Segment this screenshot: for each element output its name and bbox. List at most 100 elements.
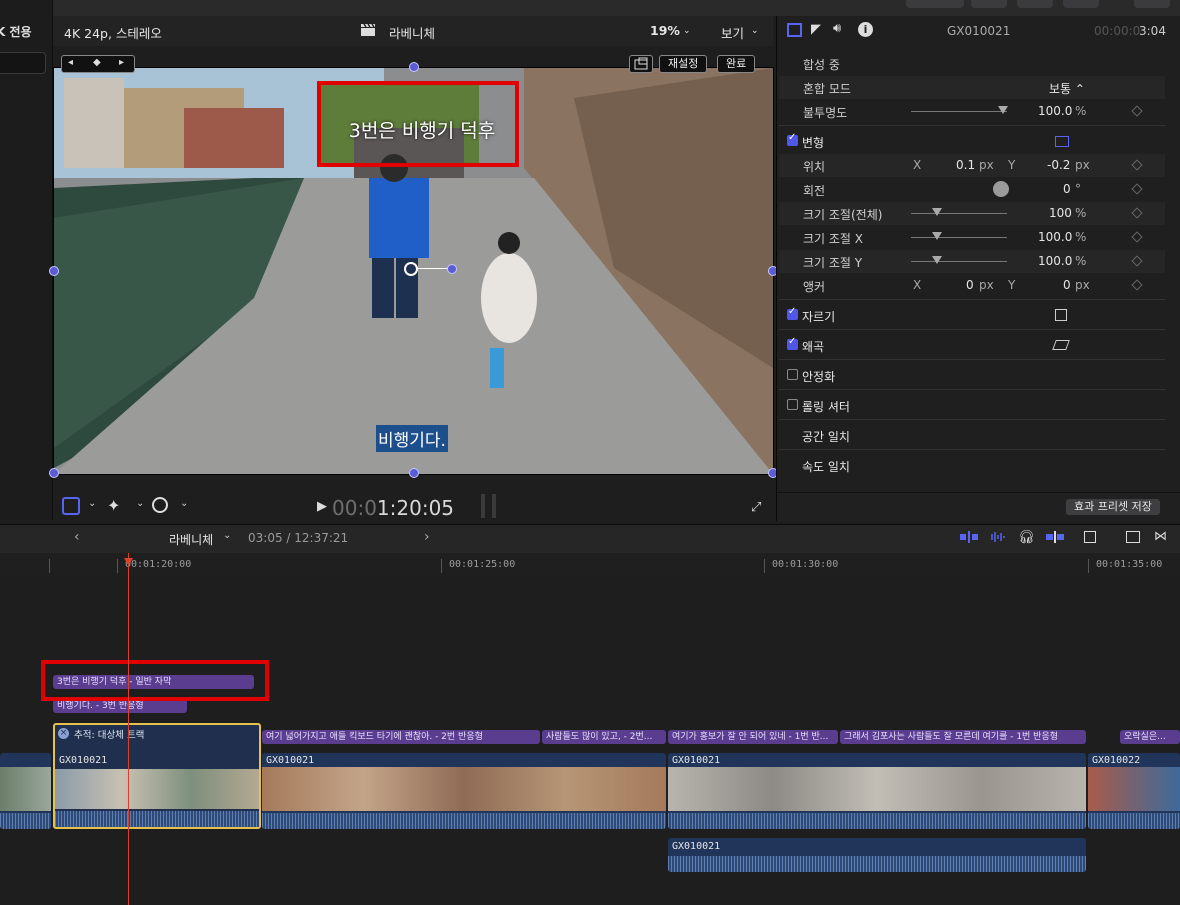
timeline-forward-icon[interactable]: › [424,529,430,545]
scale-all-slider-track[interactable] [911,213,1007,214]
transform-checkbox[interactable] [787,132,798,146]
timeline-project-name[interactable]: 라베니체 [169,531,213,548]
top-button-1[interactable] [906,0,964,8]
title-clip[interactable]: 여기가 홍보가 잘 안 되어 있네 - 1번 반... [668,730,838,744]
filmstrip-icon[interactable] [1084,531,1096,543]
stabilize-checkbox[interactable] [787,369,798,380]
snapping-icon[interactable] [1046,531,1064,543]
title-clip[interactable]: 그래서 김포사는 사람들도 잘 모른데 여기를 - 1번 반응형 [840,730,1086,744]
zoom-chevron-icon[interactable]: ⌄ [683,26,691,36]
scale-y-slider-knob[interactable] [932,256,942,264]
audio-waveform-icon[interactable] [988,531,1006,543]
viewer-title-text[interactable]: 3번은 비행기 덕후 [322,116,522,143]
clip-appearance-icon[interactable] [960,531,978,543]
reset-button[interactable]: 재설정 [659,55,708,73]
opacity-slider-track[interactable] [911,111,1007,112]
top-button-5[interactable] [1134,0,1170,8]
top-button-2[interactable] [971,0,1007,8]
scale-x-keyframe-icon[interactable] [1131,231,1143,243]
keyframe-nav-control[interactable]: ◂ ◆ ▸ [61,55,135,73]
enhance-tool-icon[interactable]: ✦ [107,496,120,515]
title-clip[interactable]: 비행기다. - 3번 반응형 [53,699,187,713]
distort-overlay-icon[interactable] [1052,340,1070,350]
opacity-slider-knob[interactable] [998,106,1008,114]
save-effects-preset-button[interactable]: 효과 프리셋 저장 [1066,499,1160,515]
view-menu[interactable]: 보기 [721,23,744,42]
crop-checkbox[interactable] [787,306,798,320]
video-clip[interactable]: GX010021 [262,753,666,829]
transform-handle-top[interactable] [409,62,419,72]
view-chevron-icon[interactable]: ⌄ [751,26,759,36]
title-clip[interactable]: 오락실은... [1120,730,1180,744]
video-clip[interactable]: GX010021 [668,753,1086,829]
anchor-y-value[interactable]: 0 [1063,278,1071,292]
clip-name: GX010021 [672,755,721,766]
filter-inspector-icon[interactable]: ◤ [811,22,821,37]
scale-y-value[interactable]: 100.0 [1038,254,1072,268]
anchor-x-value[interactable]: 0 [966,278,974,292]
timeline-back-icon[interactable]: ‹ [74,529,80,545]
effects-browser-icon[interactable] [1126,531,1140,543]
done-button[interactable]: 완료 [717,55,756,73]
browser-filter-label[interactable]: K 전용 [0,23,32,40]
prev-keyframe-icon[interactable]: ◂ [68,57,73,68]
transform-handle-bottom[interactable] [409,468,419,478]
scale-x-slider-track[interactable] [911,237,1007,238]
transform-tool-icon[interactable] [62,497,80,515]
crop-overlay-icon[interactable] [1055,309,1067,321]
position-y-value[interactable]: -0.2 [1047,158,1070,172]
scale-y-keyframe-icon[interactable] [1131,255,1143,267]
transform-tool-chevron-icon[interactable]: ⌄ [88,498,96,509]
rotation-keyframe-icon[interactable] [1131,183,1143,195]
audio-clip[interactable]: GX010021 [668,838,1086,872]
title-clip[interactable]: 사람들도 많이 있고, - 2번... [542,730,666,744]
browser-search-field[interactable] [0,52,46,74]
video-clip-prev[interactable] [0,753,51,829]
zoom-menu[interactable]: 19% [650,23,680,38]
viewer-subtitle-text[interactable]: 비행기다. [376,425,448,452]
video-clip[interactable]: GX010022 [1088,753,1180,829]
rotation-dial[interactable] [993,181,1009,197]
top-button-3[interactable] [1017,0,1053,8]
info-inspector-icon[interactable]: i [858,22,873,37]
video-clip-selected[interactable]: × 추적: 대상체 트랙 GX010021 [53,723,261,829]
video-inspector-icon[interactable] [787,23,802,37]
overlay-toggle-icon[interactable] [629,55,653,73]
scale-all-value[interactable]: 100 [1049,206,1072,220]
scale-x-value[interactable]: 100.0 [1038,230,1072,244]
playhead[interactable] [128,553,129,905]
rotation-handle[interactable] [447,264,457,274]
project-chevron-icon[interactable]: ⌄ [223,530,231,541]
rolling-shutter-checkbox[interactable] [787,399,798,410]
anchor-keyframe-icon[interactable] [1131,279,1143,291]
speed-tool-icon[interactable] [152,497,168,513]
opacity-keyframe-icon[interactable] [1131,105,1143,117]
transform-overlay-icon[interactable] [1055,136,1069,147]
fullscreen-icon[interactable]: ⤢ [751,500,761,515]
transform-center-handle[interactable] [404,262,418,276]
position-keyframe-icon[interactable] [1131,159,1143,171]
position-x-value[interactable]: 0.1 [956,158,975,172]
close-tracker-icon[interactable]: × [58,728,69,739]
scale-y-slider-track[interactable] [911,261,1007,262]
top-button-4[interactable] [1063,0,1099,8]
audio-inspector-icon[interactable]: 🔊︎ [833,21,841,36]
distort-checkbox[interactable] [787,336,798,350]
scale-all-slider-knob[interactable] [932,208,942,216]
speed-chevron-icon[interactable]: ⌄ [180,498,188,509]
scale-x-slider-knob[interactable] [932,232,942,240]
play-icon[interactable]: ▶ [317,499,327,514]
blend-mode-select[interactable]: 보통 ⌃ [1049,80,1085,97]
scale-all-keyframe-icon[interactable] [1131,207,1143,219]
transitions-browser-icon[interactable]: ⋈ [1154,529,1167,544]
enhance-chevron-icon[interactable]: ⌄ [136,498,144,509]
title-clip[interactable]: 여기 넓어가지고 애들 킥보드 타기에 괜찮아. - 2번 반응형 [262,730,540,744]
headphones-icon[interactable]: 🎧︎ [1018,530,1035,545]
playhead-timecode[interactable]: 00:01:20:05 [332,496,454,520]
transform-handle-bottom-left[interactable] [49,468,59,478]
transform-handle-left[interactable] [49,266,59,276]
add-keyframe-icon[interactable]: ◆ [93,57,101,68]
rotation-value[interactable]: 0 [1063,182,1071,196]
next-keyframe-icon[interactable]: ▸ [119,57,124,68]
opacity-value[interactable]: 100.0 [1038,104,1072,118]
